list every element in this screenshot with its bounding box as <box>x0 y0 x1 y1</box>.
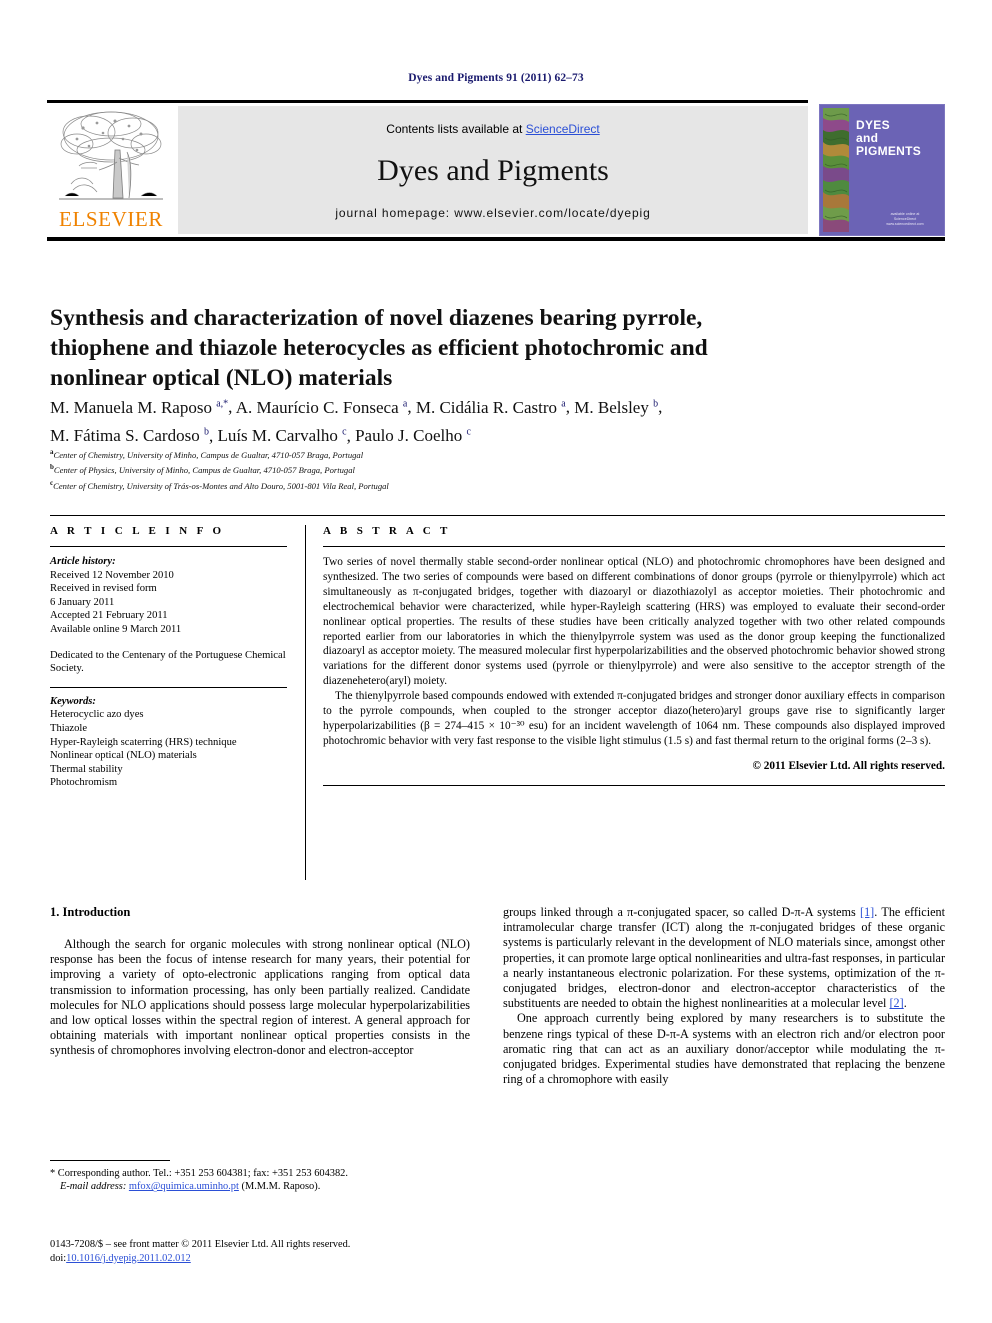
masthead-center-panel: Contents lists available at ScienceDirec… <box>178 106 808 234</box>
affiliation-item: aCenter of Chemistry, University of Minh… <box>50 448 364 460</box>
footnote-rule <box>50 1160 170 1161</box>
elsevier-tree-icon <box>59 111 163 200</box>
author-name: M. Manuela M. Raposo a,* <box>50 397 229 417</box>
author-name: M. Belsley b <box>574 397 659 417</box>
author-name: M. Fátima S. Cardoso b <box>50 426 209 446</box>
corresponding-author-note: * Corresponding author. Tel.: +351 253 6… <box>50 1167 470 1194</box>
article-history-block: Article history: Received 12 November 20… <box>50 555 287 676</box>
body-column-left: 1. Introduction Although the search for … <box>50 905 470 1059</box>
email-label: E-mail address: <box>60 1181 127 1193</box>
column-divider <box>305 525 306 880</box>
contents-list-line: Contents lists available at ScienceDirec… <box>178 122 808 136</box>
article-history-label: Article history: <box>50 556 116 567</box>
author-name: M. Cidália R. Castro a <box>415 397 566 417</box>
masthead-bottom-rule <box>47 237 945 241</box>
journal-masthead: ELSEVIER Contents lists available at Sci… <box>47 100 945 241</box>
keyword-item: Hyper-Rayleigh scaterring (HRS) techniqu… <box>50 736 237 748</box>
affiliation-text: Center of Chemistry, University of Trás-… <box>53 480 389 491</box>
reference-link-2[interactable]: [2] <box>890 996 904 1010</box>
elsevier-logo: ELSEVIER <box>49 106 173 234</box>
imprint-block: 0143-7208/$ – see front matter © 2011 El… <box>50 1238 480 1265</box>
doi-line: doi:10.1016/j.dyepig.2011.02.012 <box>50 1252 480 1266</box>
article-info-column: A R T I C L E I N F O Article history: R… <box>50 525 287 790</box>
article-info-heading: A R T I C L E I N F O <box>50 525 225 537</box>
history-item: Available online 9 March 2011 <box>50 623 182 635</box>
affiliation-text: Center of Physics, University of Minho, … <box>53 465 355 476</box>
body-paragraph: groups linked through a π-conjugated spa… <box>503 905 945 1011</box>
body-text-run: . <box>903 996 907 1011</box>
history-item: Received 12 November 2010 <box>50 569 174 581</box>
footnote-block: * Corresponding author. Tel.: +351 253 6… <box>50 1160 470 1194</box>
body-paragraph: Although the search for organic molecule… <box>50 937 470 1058</box>
paper-page: Dyes and Pigments 91 (2011) 62–73 ELSEVI… <box>0 0 992 1323</box>
abstract-paragraph: The thienylpyrrole based compounds endow… <box>323 690 945 747</box>
history-item: Received in revised form <box>50 583 157 595</box>
email-link[interactable]: mfox@quimica.uminho.pt <box>129 1181 239 1192</box>
cover-art-strip <box>823 108 849 232</box>
keywords-rule <box>50 686 287 688</box>
cover-footer-text: available online at ScienceDirect www.scie… <box>886 212 924 226</box>
abstract-rule <box>323 546 945 547</box>
affiliation-item: cCenter of Chemistry, University of Trás… <box>50 478 389 491</box>
contents-prefix: Contents lists available at <box>386 122 526 136</box>
journal-homepage[interactable]: journal homepage: www.elsevier.com/locat… <box>178 206 808 220</box>
journal-title: Dyes and Pigments <box>377 154 609 187</box>
doi-link[interactable]: 10.1016/j.dyepig.2011.02.012 <box>66 1253 191 1264</box>
issn-copyright-line: 0143-7208/$ – see front matter © 2011 El… <box>50 1239 351 1250</box>
abstract-column: A B S T R A C T Two series of novel ther… <box>323 525 945 786</box>
body-text-run: . The efficient intramolecular charge tr… <box>503 905 945 1011</box>
keywords-label: Keywords: <box>50 695 96 707</box>
abstract-copyright: © 2011 Elsevier Ltd. All rights reserved… <box>752 759 945 772</box>
author-name: A. Maurício C. Fonseca a <box>235 397 408 417</box>
affiliation-list: aCenter of Chemistry, University of Minh… <box>50 446 750 492</box>
affiliation-item: bCenter of Physics, University of Minho,… <box>50 463 355 476</box>
history-item: Accepted 21 February 2011 <box>50 610 168 622</box>
keyword-item: Thiazole <box>50 722 88 734</box>
author-name: Luís M. Carvalho c <box>217 426 347 446</box>
author-list: M. Manuela M. Raposo a,*, A. Maurício C.… <box>50 397 663 446</box>
abstract-heading: A B S T R A C T <box>323 525 451 537</box>
band-top-rule <box>50 515 945 516</box>
keyword-item: Nonlinear optical (NLO) materials <box>50 750 197 762</box>
keyword-item: Heterocyclic azo dyes <box>50 709 144 721</box>
section-heading-introduction: 1. Introduction <box>50 905 131 919</box>
corresponding-author-text: * Corresponding author. Tel.: +351 253 6… <box>50 1168 348 1179</box>
doi-label: doi: <box>50 1252 67 1264</box>
keyword-item: Thermal stability <box>50 763 123 775</box>
page-title: Synthesis and characterization of novel … <box>50 304 708 391</box>
body-column-right: groups linked through a π-conjugated spa… <box>503 905 945 1087</box>
running-head: Dyes and Pigments 91 (2011) 62–73 <box>408 72 584 84</box>
author-name: Paulo J. Coelho c <box>355 426 471 446</box>
email-line: E-mail address: mfox@quimica.uminho.pt (… <box>50 1180 470 1193</box>
dedication-text: Dedicated to the Centenary of the Portug… <box>50 649 286 675</box>
sciencedirect-link[interactable]: ScienceDirect <box>526 122 600 136</box>
keywords-block: Keywords: Heterocyclic azo dyes Thiazole… <box>50 695 287 790</box>
body-text-run: groups linked through a π-conjugated spa… <box>503 905 861 919</box>
abstract-bottom-rule <box>323 784 945 786</box>
email-attribution: (M.M.M. Raposo). <box>241 1181 321 1193</box>
body-paragraph: One approach currently being explored by… <box>503 1011 945 1087</box>
masthead-top-rule <box>47 100 808 103</box>
abstract-paragraph: Two series of novel thermally stable sec… <box>323 556 945 688</box>
journal-cover-thumbnail[interactable]: DYES and PIGMENTS available online at Scien… <box>819 104 945 236</box>
cover-title: DYES and PIGMENTS <box>856 118 922 158</box>
reference-link-1[interactable]: [1] <box>860 905 874 919</box>
elsevier-wordmark: ELSEVIER <box>59 207 163 231</box>
affiliation-text: Center of Chemistry, University of Minho… <box>53 449 364 460</box>
history-item: 6 January 2011 <box>50 596 115 608</box>
abstract-body: Two series of novel thermally stable sec… <box>323 555 945 774</box>
keyword-item: Photochromism <box>50 777 118 789</box>
article-info-rule <box>50 546 287 547</box>
